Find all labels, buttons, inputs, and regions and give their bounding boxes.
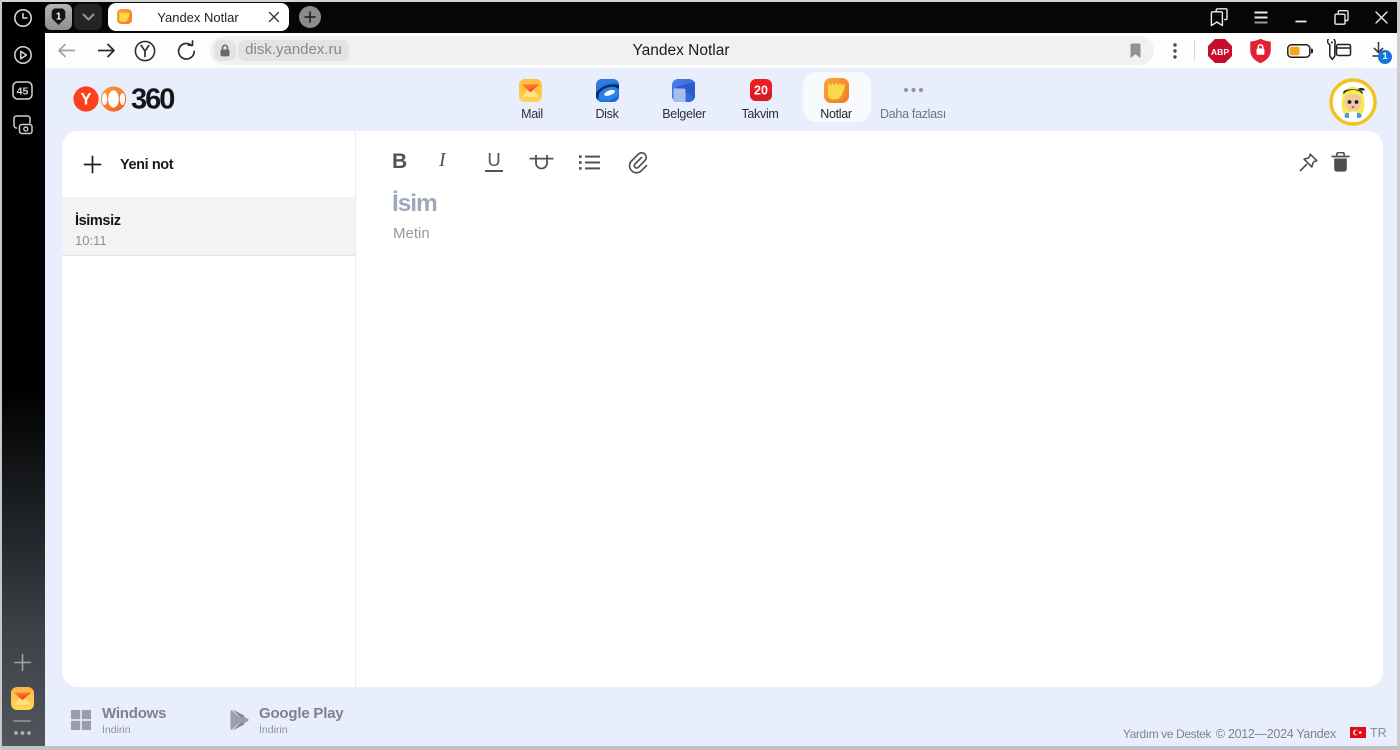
svg-text:Y: Y [80, 91, 91, 109]
svg-text:20: 20 [754, 84, 768, 98]
svg-text:360: 360 [131, 85, 174, 113]
svg-text:45: 45 [17, 86, 29, 98]
svg-text:1: 1 [56, 12, 62, 23]
svg-text:ABP: ABP [1211, 47, 1229, 57]
